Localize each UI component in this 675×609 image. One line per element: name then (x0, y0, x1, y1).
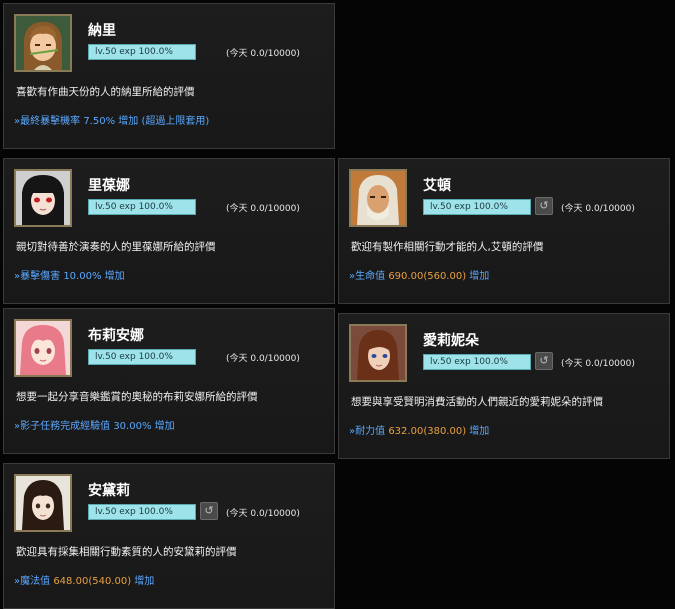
brianna-portrait (14, 319, 72, 377)
affinity-description: 想要與享受賢明消費活動的人們親近的愛莉妮朵的評價 (351, 396, 603, 408)
affinity-card-nari: 納里 lv.50 exp 100.0% (今天 0.0/10000) 喜歡有作曲… (3, 3, 335, 149)
character-name: 愛莉妮朵 (423, 333, 479, 349)
today-progress: (今天 0.0/10000) (226, 204, 300, 214)
today-progress: (今天 0.0/10000) (561, 204, 635, 214)
refresh-icon[interactable]: ↺ (200, 502, 218, 520)
andelly-portrait (14, 474, 72, 532)
level-exp-bar: lv.50 exp 100.0% (88, 349, 196, 365)
bonus-value: 648.00 (53, 576, 89, 587)
bonus-suffix: 增加 (151, 421, 175, 432)
bonus-value: 632.00 (388, 426, 424, 437)
bonus-value: 30.00% (113, 421, 152, 432)
eleanor-portrait (349, 324, 407, 382)
affinity-description: 親切對待善於演奏的人的里葆娜所給的評價 (16, 241, 216, 253)
bonus-value: 7.50% (83, 116, 116, 127)
level-exp-bar: lv.50 exp 100.0% (423, 354, 531, 370)
bonus-suffix: 增加 (131, 576, 155, 587)
stat-bonus: »暴擊傷害 10.00% 增加 (14, 267, 125, 282)
level-exp-bar: lv.50 exp 100.0% (88, 504, 196, 520)
bonus-suffix: 增加 (466, 271, 490, 282)
affinity-description: 歡迎具有採集相關行動素質的人的安黛莉的評價 (16, 546, 237, 558)
level-exp-bar: lv.50 exp 100.0% (88, 44, 196, 60)
affinity-description: 想要一起分享音樂鑑賞的奧秘的布莉安娜所給的評價 (16, 391, 258, 403)
character-name: 布莉安娜 (88, 328, 144, 344)
stat-bonus: »耐力值 632.00(380.00) 增加 (349, 422, 489, 437)
today-progress: (今天 0.0/10000) (226, 49, 300, 59)
today-progress: (今天 0.0/10000) (226, 354, 300, 364)
bonus-suffix: 增加 (101, 271, 125, 282)
bonus-base-value: (560.00) (423, 271, 467, 282)
bonus-label: 耐力值 (355, 426, 389, 437)
bonus-base-value: (380.00) (423, 426, 467, 437)
affinity-description: 歡迎有製作相關行動才能的人,艾頓的評價 (351, 241, 544, 253)
bonus-label: 生命值 (355, 271, 389, 282)
bonus-suffix: 增加 (超過上限套用) (115, 116, 210, 127)
refresh-icon[interactable]: ↺ (535, 197, 553, 215)
bonus-label: 影子任務完成經驗值 (20, 421, 114, 432)
ribona-portrait (14, 169, 72, 227)
stat-bonus: »魔法值 648.00(540.00) 增加 (14, 572, 154, 587)
affinity-card-brianna: 布莉安娜 lv.50 exp 100.0% (今天 0.0/10000) 想要一… (3, 308, 335, 454)
stat-bonus: »生命值 690.00(560.00) 增加 (349, 267, 489, 282)
aiton-portrait (349, 169, 407, 227)
nari-portrait (14, 14, 72, 72)
refresh-icon[interactable]: ↺ (535, 352, 553, 370)
affinity-card-ribona: 里葆娜 lv.50 exp 100.0% (今天 0.0/10000) 親切對待… (3, 158, 335, 304)
bonus-suffix: 增加 (466, 426, 490, 437)
level-exp-bar: lv.50 exp 100.0% (88, 199, 196, 215)
stat-bonus: »最終暴擊機率 7.50% 增加 (超過上限套用) (14, 112, 209, 127)
affinity-card-aiton: 艾頓 lv.50 exp 100.0% ↺ (今天 0.0/10000) 歡迎有… (338, 158, 670, 304)
bonus-label: 魔法值 (20, 576, 54, 587)
today-progress: (今天 0.0/10000) (226, 509, 300, 519)
character-name: 安黛莉 (88, 483, 130, 499)
character-name: 艾頓 (423, 178, 451, 194)
affinity-card-eleanor: 愛莉妮朵 lv.50 exp 100.0% ↺ (今天 0.0/10000) 想… (338, 313, 670, 459)
level-exp-bar: lv.50 exp 100.0% (423, 199, 531, 215)
today-progress: (今天 0.0/10000) (561, 359, 635, 369)
bonus-base-value: (540.00) (88, 576, 132, 587)
bonus-value: 690.00 (388, 271, 424, 282)
affinity-card-andelly: 安黛莉 lv.50 exp 100.0% ↺ (今天 0.0/10000) 歡迎… (3, 463, 335, 609)
affinity-description: 喜歡有作曲天份的人的納里所給的評價 (16, 86, 195, 98)
character-name: 里葆娜 (88, 178, 130, 194)
bonus-label: 暴擊傷害 (20, 271, 64, 282)
stat-bonus: »影子任務完成經驗值 30.00% 增加 (14, 417, 175, 432)
bonus-label: 最終暴擊機率 (20, 116, 84, 127)
bonus-value: 10.00% (63, 271, 102, 282)
character-name: 納里 (88, 23, 116, 39)
